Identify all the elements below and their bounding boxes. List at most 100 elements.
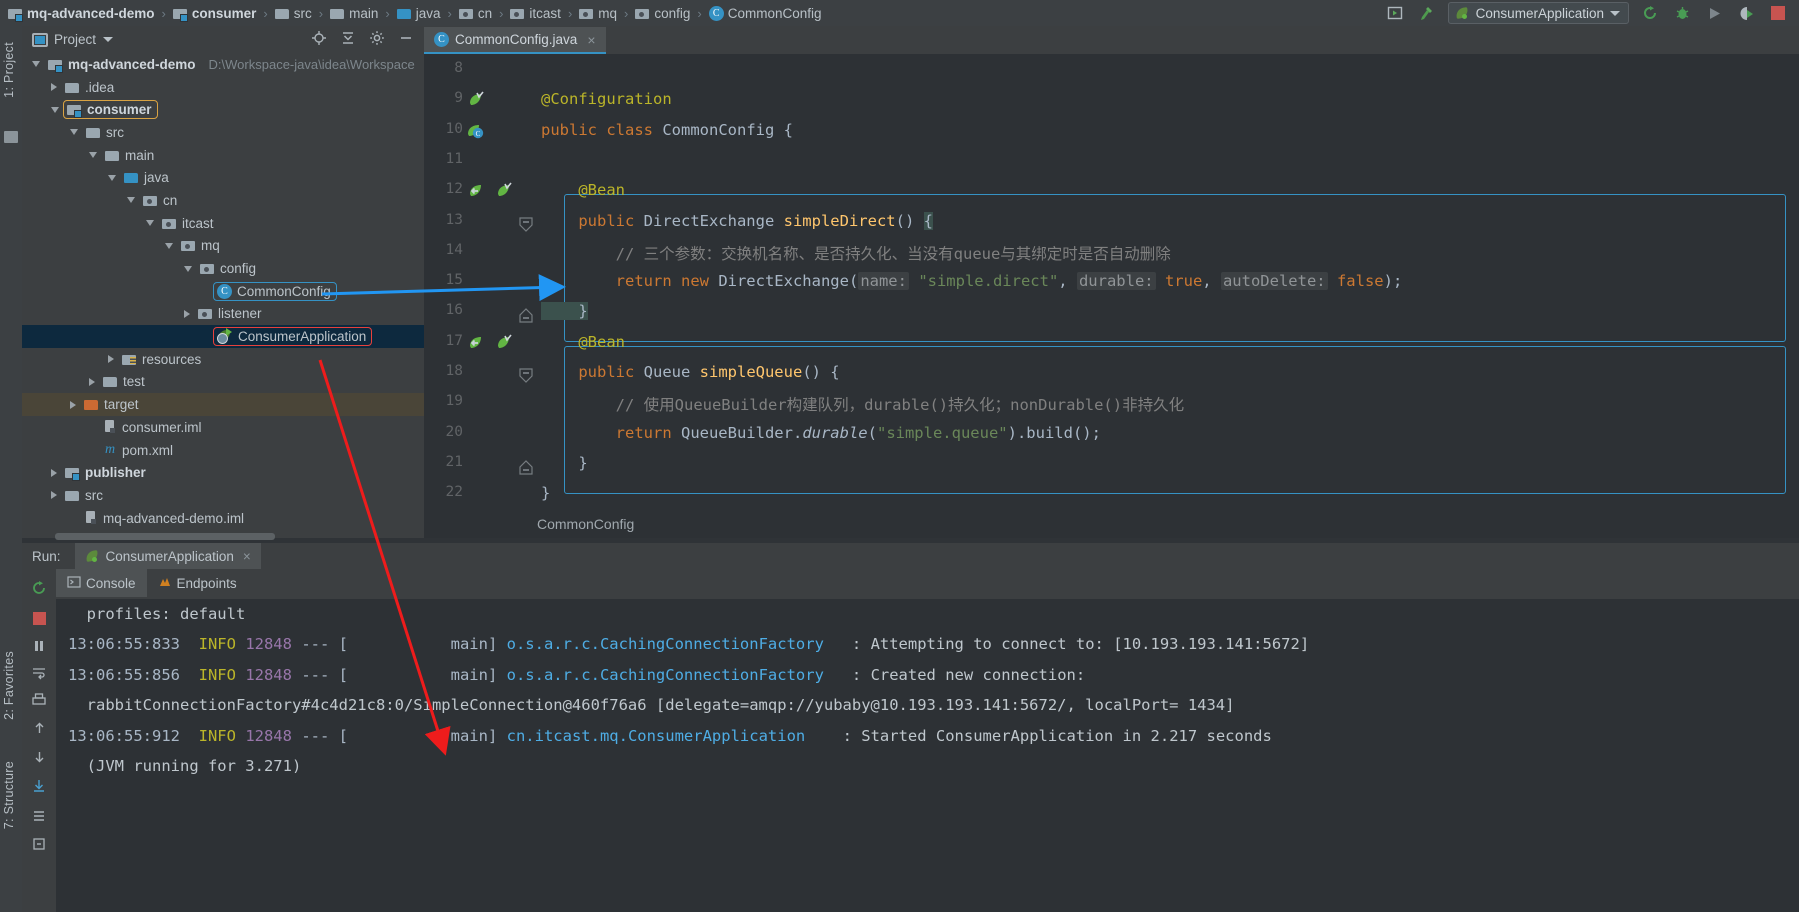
code-line[interactable]: } (541, 484, 550, 502)
tree-item-mq[interactable]: mq (22, 235, 424, 258)
tree-toggle-collapsed-icon[interactable] (51, 468, 57, 477)
tree-toggle-collapsed-icon[interactable] (89, 377, 95, 386)
code-line[interactable]: public DirectExchange simpleDirect() { (541, 211, 933, 230)
tree-item-mq-advanced-demo-iml[interactable]: mq-advanced-demo.iml (22, 507, 424, 530)
pause-icon[interactable] (30, 637, 48, 655)
code-line[interactable]: } (541, 302, 588, 321)
tool-tab-favorites[interactable]: 2: Favorites (2, 651, 16, 720)
editor-tab-commonconfig[interactable]: C CommonConfig.java × (424, 27, 606, 54)
breadcrumb-item-itcast[interactable]: itcast (508, 0, 563, 26)
stop-icon[interactable] (30, 609, 48, 627)
soft-wrap-icon[interactable] (30, 664, 48, 682)
navigate-bean-icon[interactable] (466, 182, 486, 206)
chevron-down-icon[interactable] (103, 37, 114, 42)
tree-item-src[interactable]: src (22, 121, 424, 144)
close-icon[interactable]: × (243, 549, 251, 564)
tree-toggle-expanded-icon[interactable] (70, 129, 78, 136)
tree-toggle-expanded-icon[interactable] (32, 61, 40, 68)
tree-item-cn[interactable]: cn (22, 189, 424, 212)
code-fold-start-icon[interactable] (519, 368, 533, 383)
breadcrumb-item-main[interactable]: main (328, 0, 380, 26)
tool-tab-project[interactable]: 1: Project (2, 42, 16, 98)
run-config-tab[interactable]: ConsumerApplication × (74, 543, 261, 569)
breadcrumb-item-src[interactable]: src (273, 0, 314, 26)
code-line[interactable]: return new DirectExchange(name: "simple.… (541, 272, 1402, 291)
build-hammer-icon[interactable] (1416, 2, 1438, 24)
tree-item-main[interactable]: main (22, 144, 424, 167)
project-tree-scrollbar-horizontal[interactable] (55, 533, 275, 540)
code-line[interactable]: @Bean (541, 333, 625, 351)
run-configuration-selector[interactable]: ConsumerApplication (1447, 2, 1629, 24)
editor-gutter[interactable]: 8 9 10 C 11 12 13 14 15 16 17 18 19 20 21 22 (424, 54, 541, 538)
breadcrumb-item-mq[interactable]: mq (577, 0, 619, 26)
run-icon[interactable] (1703, 2, 1725, 24)
locate-icon[interactable] (311, 30, 327, 50)
stop-icon[interactable] (1767, 2, 1789, 24)
tree-item-pom-xml[interactable]: m pom.xml (22, 439, 424, 462)
tree-item--idea[interactable]: .idea (22, 76, 424, 99)
navigate-bean-icon[interactable] (466, 334, 486, 358)
tree-item-config[interactable]: config (22, 257, 424, 280)
breadcrumb-item-cn[interactable]: cn (457, 0, 494, 26)
tab-endpoints[interactable]: Endpoints (147, 569, 248, 597)
clear-all-icon[interactable] (30, 835, 48, 853)
tree-item-listener[interactable]: listener (22, 303, 424, 326)
tree-toggle-collapsed-icon[interactable] (184, 309, 190, 318)
close-icon[interactable]: × (587, 32, 595, 48)
tab-console[interactable]: Console (56, 569, 147, 597)
tree-item-src[interactable]: src (22, 484, 424, 507)
tree-toggle-expanded-icon[interactable] (51, 106, 59, 113)
bean-check-icon[interactable] (494, 182, 514, 206)
settings-icon[interactable] (30, 807, 48, 825)
code-line[interactable]: public Queue simpleQueue() { (541, 363, 839, 381)
tree-item-itcast[interactable]: itcast (22, 212, 424, 235)
code-fold-end-icon[interactable] (519, 307, 533, 323)
tree-toggle-collapsed-icon[interactable] (70, 400, 76, 409)
restore-layout-icon[interactable] (1384, 2, 1406, 24)
breadcrumb-item-mq-advanced-demo[interactable]: mq-advanced-demo (6, 0, 157, 26)
run-with-coverage-icon[interactable] (1735, 2, 1757, 24)
scroll-down-icon[interactable] (30, 747, 48, 765)
code-line[interactable]: // 三个参数：交换机名称、是否持久化、当没有queue与其绑定时是否自动删除 (541, 242, 1171, 264)
bean-check-icon[interactable] (494, 334, 514, 358)
code-line[interactable]: // 使用QueueBuilder构建队列，durable()持久化；nonDu… (541, 393, 1184, 415)
code-fold-end-icon[interactable] (519, 459, 533, 475)
tree-toggle-collapsed-icon[interactable] (51, 491, 57, 500)
code-line[interactable]: public class CommonConfig { (541, 121, 793, 139)
bean-check-icon[interactable] (466, 91, 486, 115)
print-icon[interactable] (30, 691, 48, 709)
chevron-down-icon[interactable] (1610, 10, 1620, 16)
code-fold-start-icon[interactable] (519, 216, 533, 232)
breadcrumb-item-commonconfig[interactable]: C CommonConfig (707, 0, 824, 26)
tree-item-commonconfig[interactable]: C CommonConfig (22, 280, 424, 303)
tree-item-consumer-iml[interactable]: consumer.iml (22, 416, 424, 439)
tree-item-mq-advanced-demo[interactable]: mq-advanced-demo D:\Workspace-java\idea\W… (22, 53, 424, 76)
thread-dump-icon[interactable] (30, 777, 48, 795)
tree-toggle-expanded-icon[interactable] (127, 197, 135, 204)
console-output[interactable]: profiles: default 13:06:55:833 INFO 12848… (56, 599, 1799, 912)
editor-breadcrumb-bottom[interactable]: CommonConfig (424, 516, 1799, 538)
settings-gear-icon[interactable] (369, 30, 385, 50)
scroll-up-icon[interactable] (30, 719, 48, 737)
tree-item-consumer[interactable]: consumer (22, 98, 424, 121)
hide-panel-icon[interactable] (398, 30, 414, 50)
rerun-icon[interactable] (30, 579, 48, 597)
code-line[interactable]: return QueueBuilder.durable("simple.queu… (541, 424, 1101, 442)
tree-toggle-collapsed-icon[interactable] (108, 355, 114, 364)
tree-item-java[interactable]: java (22, 166, 424, 189)
collapse-all-icon[interactable] (340, 30, 356, 50)
tree-toggle-expanded-icon[interactable] (89, 152, 97, 159)
tree-item-publisher[interactable]: publisher (22, 461, 424, 484)
code-line[interactable]: @Bean (541, 181, 625, 199)
breadcrumb-item-consumer[interactable]: consumer (171, 0, 259, 26)
rerun-icon[interactable] (1639, 2, 1661, 24)
code-editor[interactable]: 8 9 10 C 11 12 13 14 15 16 17 18 19 20 21 22 @Configura… (424, 54, 1799, 538)
code-line[interactable]: @Configuration (541, 90, 672, 108)
code-line[interactable]: } (541, 454, 587, 472)
tree-toggle-expanded-icon[interactable] (146, 220, 154, 227)
tree-item-target[interactable]: target (22, 393, 424, 416)
tree-toggle-expanded-icon[interactable] (184, 265, 192, 272)
tree-item-test[interactable]: test (22, 371, 424, 394)
tree-toggle-collapsed-icon[interactable] (51, 83, 57, 92)
project-tree[interactable]: mq-advanced-demo D:\Workspace-java\idea\W… (22, 53, 424, 538)
